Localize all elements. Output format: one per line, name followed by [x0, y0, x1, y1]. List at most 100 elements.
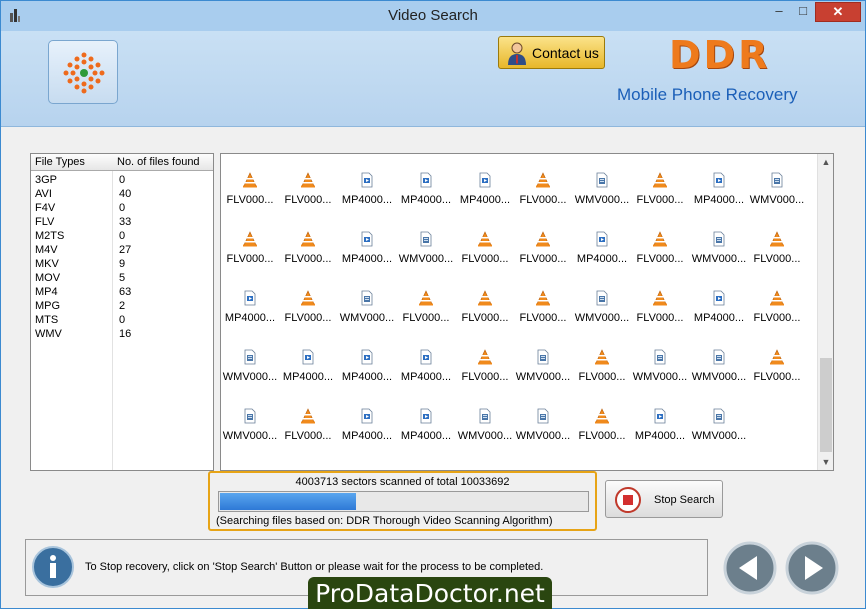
scroll-up-arrow-icon[interactable]: ▲	[818, 154, 833, 170]
result-tile[interactable]: MP4000...	[573, 201, 631, 265]
table-row[interactable]: M2TS 0	[31, 229, 213, 243]
result-tile[interactable]: FLV000...	[514, 260, 572, 324]
result-tile[interactable]: FLV000...	[514, 201, 572, 265]
result-tile[interactable]: MP4000...	[397, 378, 455, 442]
brand-ddr: DDR	[669, 33, 771, 77]
result-tile[interactable]: MP4000...	[631, 378, 689, 442]
close-button[interactable]: ✕	[815, 2, 861, 22]
result-tile[interactable]: WMV000...	[631, 319, 689, 383]
mp4-file-icon	[477, 172, 493, 188]
table-row[interactable]: MKV 9	[31, 257, 213, 271]
mp4-file-icon	[359, 349, 375, 365]
result-tile[interactable]: MP4000...	[456, 154, 514, 206]
result-tile[interactable]: FLV000...	[456, 319, 514, 383]
maximize-button[interactable]: □	[791, 2, 815, 22]
result-tile[interactable]: FLV000...	[631, 154, 689, 206]
result-tile[interactable]: FLV000...	[631, 201, 689, 265]
result-tile[interactable]: FLV000...	[748, 319, 806, 383]
result-tile[interactable]: WMV000...	[690, 201, 748, 265]
scan-progress-fill	[220, 493, 356, 510]
file-type-cell: MTS	[35, 314, 59, 326]
column-header-file-types[interactable]: File Types	[35, 156, 85, 168]
result-tile[interactable]: MP4000...	[338, 201, 396, 265]
result-tile[interactable]: FLV000...	[573, 319, 631, 383]
result-tile[interactable]: MP4000...	[397, 154, 455, 206]
result-tile[interactable]: MP4000...	[338, 378, 396, 442]
table-row[interactable]: MPG 2	[31, 299, 213, 313]
result-tile[interactable]: FLV000...	[279, 201, 337, 265]
back-button[interactable]	[723, 541, 777, 595]
info-icon	[32, 546, 74, 588]
file-type-cell: FLV	[35, 216, 55, 228]
wmv-file-icon	[477, 408, 493, 424]
minimize-button[interactable]: –	[767, 2, 791, 22]
files-found-cell: 2	[119, 300, 126, 312]
contact-us-button[interactable]: Contact us	[498, 36, 605, 69]
table-row[interactable]: 3GP 0	[31, 173, 213, 187]
result-tile[interactable]: FLV000...	[221, 154, 279, 206]
result-tile[interactable]: FLV000...	[456, 260, 514, 324]
result-tile[interactable]: FLV000...	[279, 260, 337, 324]
result-tile[interactable]: FLV000...	[573, 378, 631, 442]
result-tile[interactable]: WMV000...	[690, 319, 748, 383]
stop-search-button[interactable]: Stop Search	[605, 480, 723, 518]
result-tile[interactable]: MP4000...	[338, 154, 396, 206]
table-row[interactable]: AVI 40	[31, 187, 213, 201]
result-tile[interactable]: WMV000...	[573, 260, 631, 324]
result-tile[interactable]: WMV000...	[338, 260, 396, 324]
results-scrollbar[interactable]: ▲ ▼	[817, 154, 833, 470]
table-row[interactable]: MTS 0	[31, 313, 213, 327]
table-row[interactable]: MP4 63	[31, 285, 213, 299]
result-tile[interactable]: WMV000...	[514, 378, 572, 442]
result-tile[interactable]: FLV000...	[279, 378, 337, 442]
column-header-files-found[interactable]: No. of files found	[117, 156, 200, 168]
vlc-icon	[535, 172, 551, 188]
result-tile[interactable]: WMV000...	[748, 154, 806, 206]
result-tile[interactable]: MP4000...	[338, 319, 396, 383]
result-tile[interactable]: WMV000...	[221, 319, 279, 383]
table-row[interactable]: WMV 16	[31, 327, 213, 341]
result-tile[interactable]: MP4000...	[397, 319, 455, 383]
result-tile[interactable]: FLV000...	[748, 201, 806, 265]
result-tile[interactable]: FLV000...	[514, 154, 572, 206]
wmv-file-icon	[594, 172, 610, 188]
vlc-icon	[300, 172, 316, 188]
vlc-icon	[300, 231, 316, 247]
vlc-icon	[477, 231, 493, 247]
wmv-file-icon	[535, 349, 551, 365]
result-tile[interactable]: WMV000...	[456, 378, 514, 442]
scrollbar-thumb[interactable]	[820, 358, 832, 452]
result-tile[interactable]: FLV000...	[748, 260, 806, 324]
files-found-cell: 33	[119, 216, 132, 228]
wmv-file-icon	[535, 408, 551, 424]
wmv-file-icon	[359, 290, 375, 306]
result-tile[interactable]: WMV000...	[690, 378, 748, 442]
result-tile[interactable]: WMV000...	[514, 319, 572, 383]
result-tile[interactable]: MP4000...	[690, 260, 748, 324]
scan-progress-bar	[218, 491, 589, 512]
result-tile[interactable]: MP4000...	[279, 319, 337, 383]
mp4-file-icon	[711, 290, 727, 306]
result-tile[interactable]: FLV000...	[221, 201, 279, 265]
result-tile[interactable]: WMV000...	[573, 154, 631, 206]
table-row[interactable]: FLV 33	[31, 215, 213, 229]
vlc-icon	[535, 231, 551, 247]
result-tile[interactable]: MP4000...	[221, 260, 279, 324]
result-tile[interactable]: FLV000...	[631, 260, 689, 324]
table-row[interactable]: MOV 5	[31, 271, 213, 285]
result-tile[interactable]: WMV000...	[221, 378, 279, 442]
vlc-icon	[477, 349, 493, 365]
scroll-down-arrow-icon[interactable]: ▼	[818, 454, 833, 470]
table-row[interactable]: F4V 0	[31, 201, 213, 215]
result-tile[interactable]: FLV000...	[456, 201, 514, 265]
result-tile[interactable]: MP4000...	[690, 154, 748, 206]
result-tile[interactable]: FLV000...	[279, 154, 337, 206]
next-button[interactable]	[785, 541, 839, 595]
vlc-icon	[242, 172, 258, 188]
table-row[interactable]: M4V 27	[31, 243, 213, 257]
wmv-file-icon	[242, 349, 258, 365]
results-grid: FLV000...FLV000...WMV000...WMV000...FLV0…	[220, 153, 834, 471]
result-tile[interactable]: WMV000...	[397, 201, 455, 265]
mp4-file-icon	[242, 290, 258, 306]
result-tile[interactable]: FLV000...	[397, 260, 455, 324]
